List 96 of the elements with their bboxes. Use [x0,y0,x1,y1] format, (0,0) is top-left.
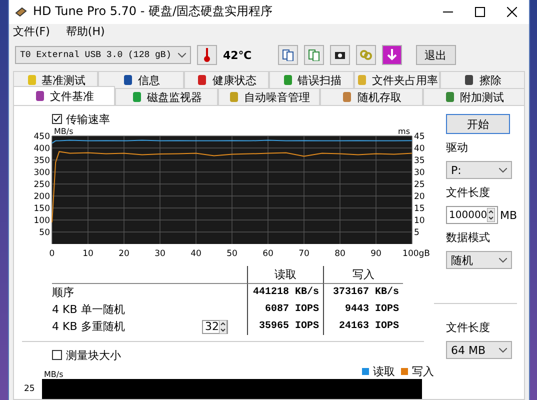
axis-title: ms [398,127,410,136]
tick-label: 30 [414,168,425,178]
app-icon [15,6,27,17]
chevron-icon [499,258,507,262]
chevron-icon [499,168,507,172]
table-cell: 24163 IOPS [323,318,403,335]
field-label: 数据模式 [446,230,491,245]
tick-label: 25 [24,384,36,394]
spin-arrows-icon[interactable] [219,320,227,334]
tick-label: 100 [34,216,50,226]
thermometer-icon [204,48,210,62]
tick-label: 200 [34,192,50,202]
tick-label: 60 [262,249,274,259]
tick-label: 10 [414,216,425,226]
tab[interactable]: 擦除 [440,71,525,88]
tick-label: 40 [414,144,425,154]
tick-label: 20 [118,249,130,259]
drive-select[interactable]: T0 External USB 3.0 (128 gB) [15,46,191,64]
row-label: 4 KB 单一随机 [52,302,126,318]
field-label: 文件长度 [446,185,491,200]
axis-title: MB/s [54,127,74,136]
tab[interactable]: 附加测试 [422,88,526,105]
tick-label: 35 [414,156,425,166]
tick-label: 45 [414,132,425,142]
tick-label: 0 [49,249,55,259]
axis-title: MB/s [44,370,64,379]
tick-label: 70 [298,249,310,259]
tick-label: 20 [414,192,425,202]
tab[interactable]: 错误扫描 [268,71,354,88]
window-title: HD Tune Pro 5.70 - 硬盘/固态硬盘实用程序 [33,3,274,20]
drive-select[interactable]: P: [446,161,512,179]
legend-label: 写入 [412,364,434,379]
tick-label: 80 [334,249,346,259]
checkbox[interactable] [52,114,62,124]
close-icon[interactable] [507,6,517,17]
tick-label: 40 [190,249,202,259]
copy-icon [308,49,320,61]
unit-label: MB [500,208,518,222]
field-label: 驱动 [446,140,469,155]
tick-label: 25 [414,180,425,190]
tick-label: 50 [226,249,238,259]
toolbar-button[interactable] [278,45,298,65]
tab[interactable]: 自动噪音管理 [218,88,320,105]
tick-label: 30 [154,249,166,259]
queue-spinner[interactable]: 32 [202,320,228,334]
checkbox-label: 传输速率 [66,112,110,126]
tab[interactable]: 随机存取 [320,88,423,105]
tick-label: 5 [414,228,420,238]
table-cell: 373167 KB/s [323,284,403,301]
tick-label: 400 [34,144,50,154]
checkbox-label: 测量块大小 [66,348,121,362]
data-mode-select[interactable]: 随机 [446,251,512,269]
exit-button[interactable]: 退出 [416,45,456,65]
tick-label: 10 [82,249,94,259]
field-label: 文件长度 [446,320,491,335]
table-cell: 6087 IOPS [247,301,323,318]
table-cell: 9443 IOPS [323,301,403,318]
file-length-spinner[interactable]: 100000 [446,206,498,224]
tick-label: 150 [34,204,50,214]
tick-label: 250 [34,180,50,190]
tick-label: 50 [39,228,50,238]
checkbox[interactable] [52,350,62,360]
tick-label: 15 [414,204,425,214]
copy-icon [282,49,294,61]
tab[interactable]: 磁盘监视器 [115,88,218,105]
legend-label: 读取 [373,364,395,379]
chevron-icon [499,348,507,352]
temperature-button[interactable] [197,45,217,65]
row-label: 4 KB 多重随机 [52,319,126,335]
tick-label: 350 [34,156,50,166]
tick-label: 90 [370,249,382,259]
camera-icon [334,49,346,61]
row-label: 顺序 [52,285,75,301]
down-arrow-icon [386,49,397,61]
tab[interactable]: 文件基准 [13,86,116,105]
column-header: 写入 [323,266,403,284]
tab[interactable]: 文件夹占用率 [354,71,440,88]
chevron-icon [178,52,186,58]
tab[interactable]: 信息 [98,71,184,88]
file-length-select[interactable]: 64 MB [446,341,512,359]
tab[interactable]: 健康状态 [184,71,269,88]
tick-label: 100gB [402,249,430,259]
spin-arrows-icon[interactable] [487,208,496,222]
temperature-reading: 42℃ [223,48,252,62]
maximize-icon[interactable] [475,6,485,17]
tick-label: 450 [34,132,50,142]
menu-item[interactable]: 帮助(H) [66,24,105,39]
table-cell: 35965 IOPS [247,318,323,335]
tick-label: 300 [34,168,50,178]
toolbar-button[interactable] [330,45,350,65]
column-header: 读取 [247,266,323,284]
start-button[interactable]: 开始 [446,114,510,134]
table-cell: 441218 KB/s [247,284,323,301]
download-button[interactable] [382,45,402,65]
menu-item[interactable]: 文件(F) [13,24,50,39]
link-icon [360,49,372,61]
